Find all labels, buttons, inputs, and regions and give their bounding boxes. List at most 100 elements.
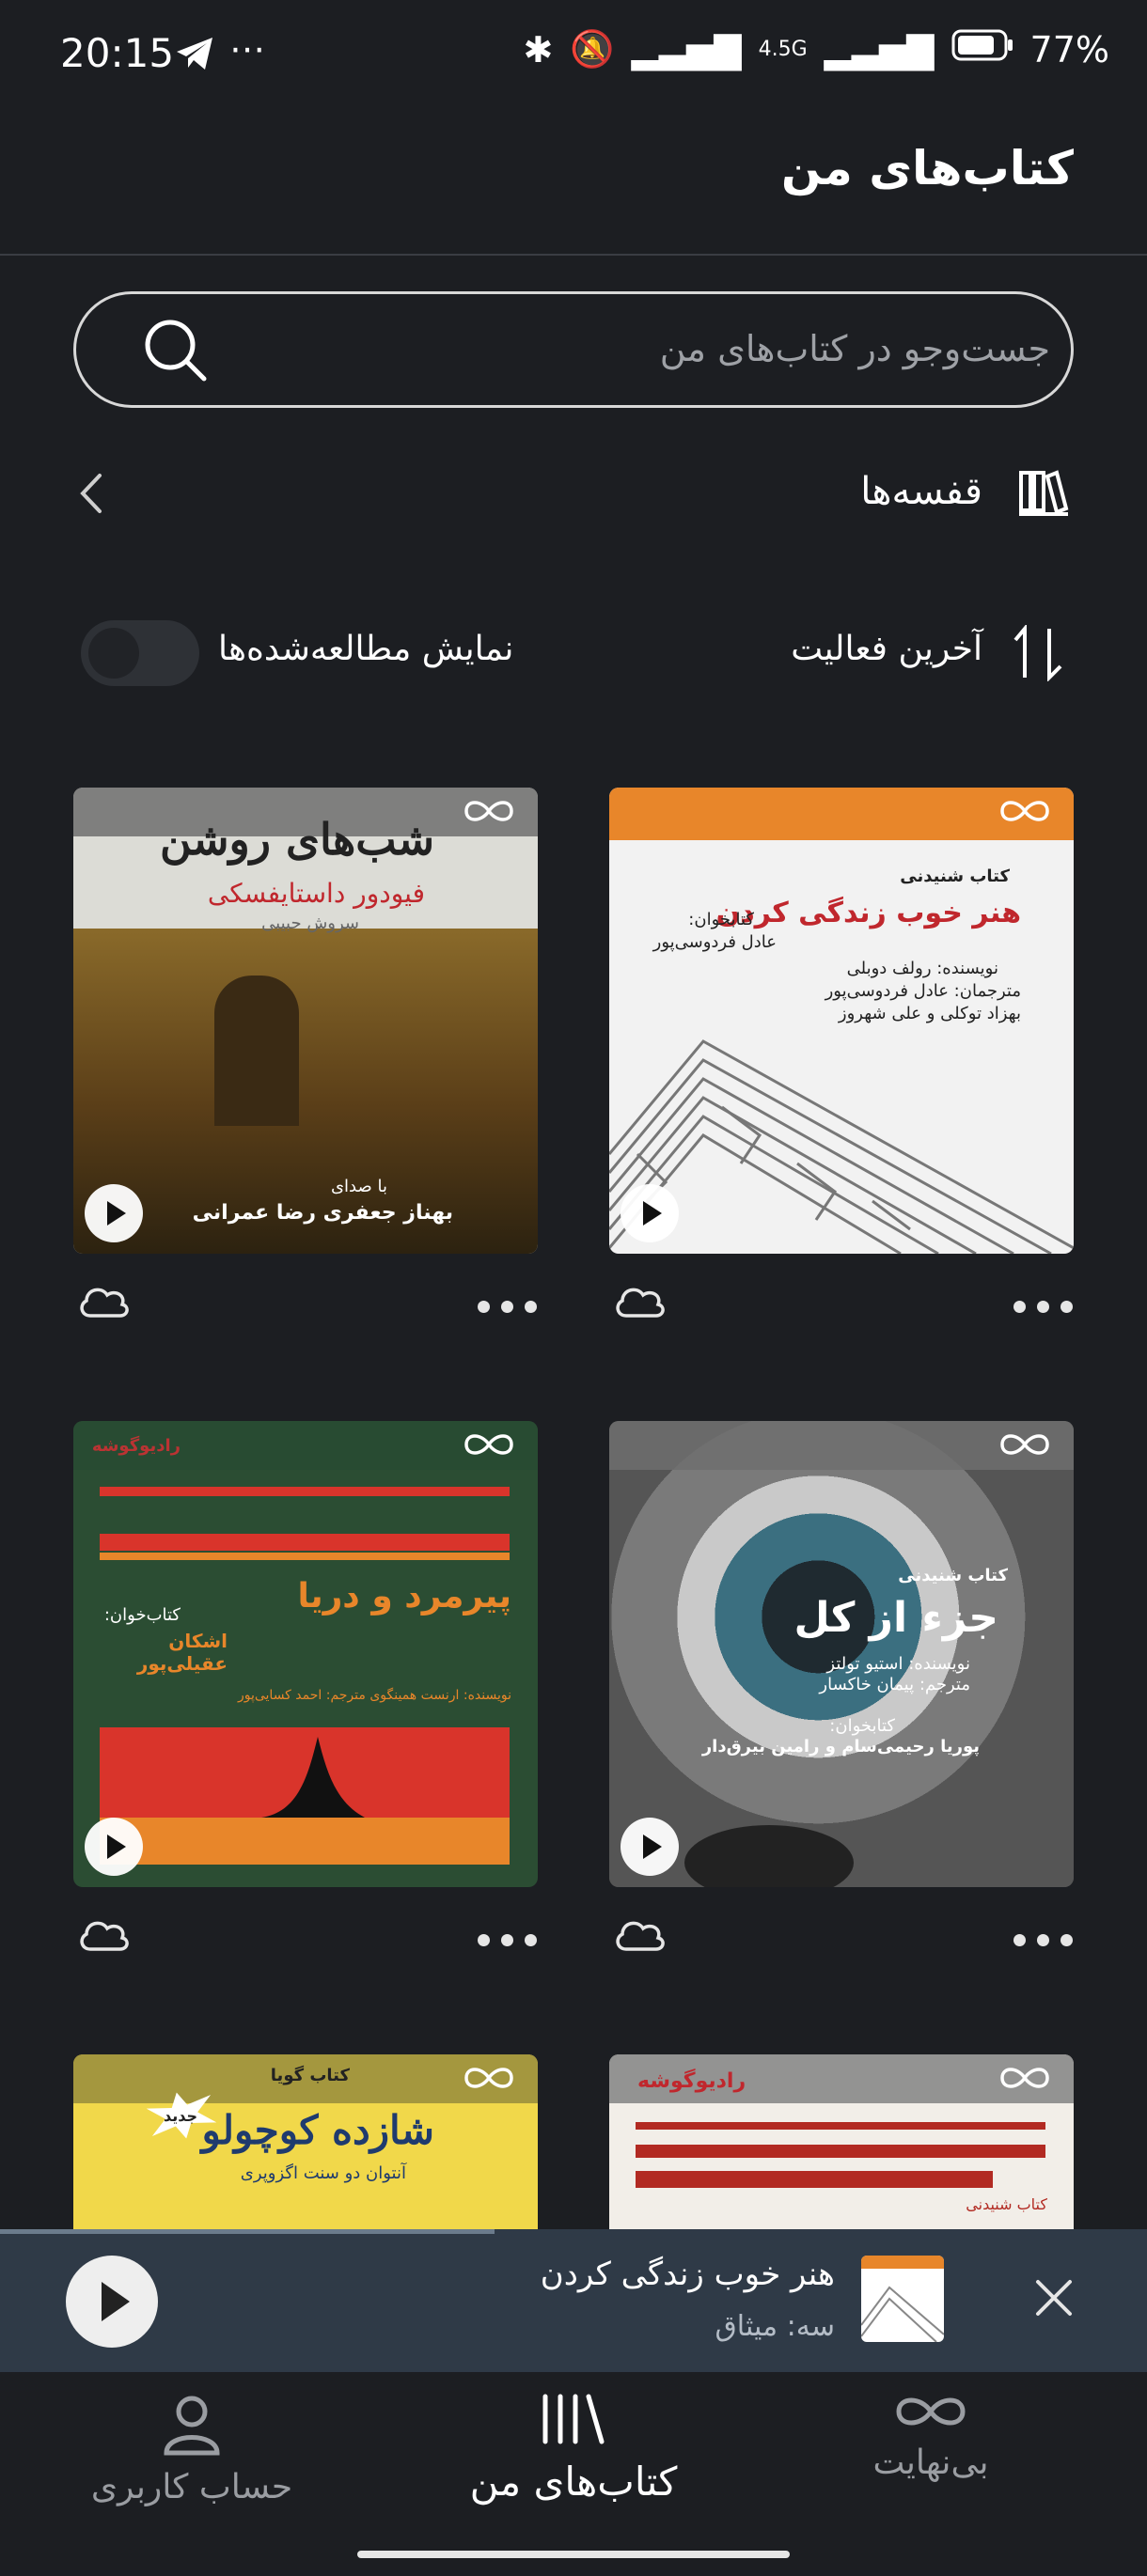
mini-cover-maze <box>861 2286 944 2342</box>
book-card-little-prince[interactable]: کتاب گویا جدید شازده کوچولو آنتوان دو سن… <box>73 2054 538 2229</box>
mini-player-cover <box>861 2256 944 2342</box>
bottom-navigation: بی‌نهایت کتاب‌های من حساب کاربری <box>0 2372 1147 2576</box>
playback-progress <box>0 2229 495 2234</box>
battery-icon <box>951 28 1013 70</box>
cover-title: شب‌های روشن <box>160 814 434 865</box>
cover-series: کتاب شنیدنی <box>966 2195 1047 2213</box>
shelves-label: قفسه‌ها <box>860 470 982 513</box>
cover-translator: مترجمان: عادل فردوسی‌پور <box>825 981 1021 1001</box>
maze-illustration <box>609 1039 1074 1254</box>
cover-stripe <box>636 2122 1045 2130</box>
sort-icon[interactable] <box>1012 623 1064 685</box>
toggle-knob <box>88 628 139 679</box>
nav-item-unlimited[interactable]: بی‌نهایت <box>780 2391 1081 2482</box>
cover-voices: بهناز جعفری رضا عمرانی <box>192 1201 453 1225</box>
cover-stripe <box>100 1553 510 1560</box>
infinity-icon <box>998 2064 1051 2096</box>
signal-icon-2: ▂▃▅▇ <box>824 28 935 70</box>
bluetooth-icon: ✱ <box>523 28 554 70</box>
cover-reader: پوریا رحیمی‌سام و رامین بیرق‌دار <box>701 1737 980 1756</box>
cover-fin <box>261 1737 365 1818</box>
cover-reader-label: کتابخوان: <box>688 910 754 929</box>
clock: 20:15 <box>60 30 175 76</box>
telegram-icon <box>175 36 214 75</box>
book-card-partial-1[interactable]: رادیوگوشه کتاب شنیدنی <box>609 2054 1074 2229</box>
book-card-part-of-whole[interactable]: کتاب شنیدنی جزء از کل نویسنده: استیو تول… <box>609 1421 1074 1887</box>
cover-stripe <box>100 1487 510 1496</box>
cover-title: جزء از کل <box>793 1594 999 1642</box>
bookshelf-icon <box>1017 465 1070 522</box>
play-button[interactable] <box>621 1818 679 1876</box>
new-badge: جدید <box>164 2107 198 2125</box>
cover-author: نویسنده: استیو تولتز <box>826 1654 970 1674</box>
user-icon <box>159 2396 225 2460</box>
cover-reader: اشکان عقیلی‌پور <box>136 1630 228 1675</box>
sort-label[interactable]: آخرین فعالیت <box>791 630 982 668</box>
book-card-old-man-sea[interactable]: رادیوگوشه پیرمرد و دریا کتاب‌خوان: اشکان… <box>73 1421 538 1887</box>
book-card-art-of-living[interactable]: کتاب شنیدنی هنر خوب زندگی کردن کتابخوان:… <box>609 788 1074 1254</box>
cover-stripe <box>636 2145 1045 2158</box>
infinity-icon <box>463 1430 515 1462</box>
cover-translator: سروش حبیبی <box>261 913 359 933</box>
cover-stripe <box>100 1534 510 1551</box>
header-divider <box>0 254 1147 256</box>
more-notifications-icon: ⋯ <box>229 28 265 70</box>
search-input[interactable]: جست‌وجو در کتاب‌های من <box>73 291 1074 408</box>
more-options-icon[interactable] <box>478 1934 537 1946</box>
cover-reader-label: کتاب‌خوان: <box>103 1605 181 1625</box>
infinity-icon <box>463 797 515 829</box>
nav-item-account[interactable]: حساب کاربری <box>41 2391 342 2506</box>
search-placeholder: جست‌وجو در کتاب‌های من <box>659 328 1050 369</box>
infinity-icon <box>463 2064 515 2096</box>
play-button[interactable] <box>85 1184 143 1242</box>
cover-series: کتاب شنیدنی <box>898 1566 1008 1585</box>
mini-player[interactable]: هنر خوب زندگی کردن سه: میثاق <box>0 2229 1147 2372</box>
more-options-icon[interactable] <box>1013 1934 1073 1946</box>
status-bar: 20:15 ⋯ ✱ 🔕 ▂▃▅▇ 4.5G ▂▃▅▇ 77% <box>0 0 1147 113</box>
cloud-download-icon[interactable] <box>613 1282 666 1323</box>
signal-icon: ▂▃▅▇ <box>631 28 742 70</box>
infinity-icon <box>998 797 1051 829</box>
cover-publisher: رادیوگوشه <box>91 1436 181 1456</box>
cover-publisher: رادیوگوشه <box>637 2069 746 2093</box>
battery-percent: 77% <box>1029 28 1109 70</box>
cover-credits: نویسنده: ارنست همینگوی مترجم: احمد کسایی… <box>237 1688 511 1703</box>
mini-player-subtitle: سه: میثاق <box>715 2310 835 2343</box>
search-icon <box>142 317 210 388</box>
status-icons: ✱ 🔕 ▂▃▅▇ 4.5G ▂▃▅▇ 77% <box>524 28 1110 70</box>
infinity-icon <box>998 1430 1051 1462</box>
nav-item-my-books[interactable]: کتاب‌های من <box>423 2391 724 2505</box>
cover-title: هنر خوب زندگی کردن <box>715 897 1021 929</box>
cover-author: نویسنده: رولف دوبلی <box>846 959 998 978</box>
show-read-toggle[interactable] <box>81 620 199 686</box>
cover-figure <box>214 976 299 1126</box>
cloud-download-icon[interactable] <box>77 1915 130 1957</box>
play-button[interactable] <box>621 1184 679 1242</box>
cover-author: فیودور داستایفسکی <box>207 878 425 909</box>
cover-subtitle: آنتوان دو سنت اگزوپری <box>240 2163 406 2183</box>
nav-label-unlimited: بی‌نهایت <box>872 2443 989 2482</box>
close-icon[interactable] <box>1032 2276 1076 2323</box>
mini-cover-band <box>861 2256 944 2269</box>
more-options-icon[interactable] <box>1013 1301 1073 1313</box>
nav-label-account: حساب کاربری <box>90 2468 293 2506</box>
chevron-left-icon[interactable] <box>75 470 107 521</box>
mini-play-button[interactable] <box>66 2256 158 2348</box>
book-card-white-nights[interactable]: شب‌های روشن فیودور داستایفسکی سروش حبیبی… <box>73 788 538 1254</box>
mini-player-title: هنر خوب زندگی کردن <box>540 2256 835 2293</box>
cover-stripe <box>636 2171 993 2188</box>
more-options-icon[interactable] <box>478 1301 537 1313</box>
play-button[interactable] <box>85 1818 143 1876</box>
cloud-download-icon[interactable] <box>613 1915 666 1957</box>
cover-series: کتاب گویا <box>270 2066 350 2085</box>
cloud-download-icon[interactable] <box>77 1282 130 1323</box>
library-icon <box>536 2394 611 2451</box>
mute-icon: 🔕 <box>570 28 615 70</box>
page-title: کتاب‌های من <box>780 141 1074 195</box>
home-indicator[interactable] <box>357 2551 790 2558</box>
network-type: 4.5G <box>758 38 808 61</box>
nav-label-my-books: کتاب‌های من <box>469 2459 678 2505</box>
show-read-label: نمایش مطالعه‌شده‌ها <box>218 630 514 668</box>
cover-series: کتاب شنیدنی <box>900 866 1010 886</box>
infinity-icon <box>893 2397 968 2436</box>
